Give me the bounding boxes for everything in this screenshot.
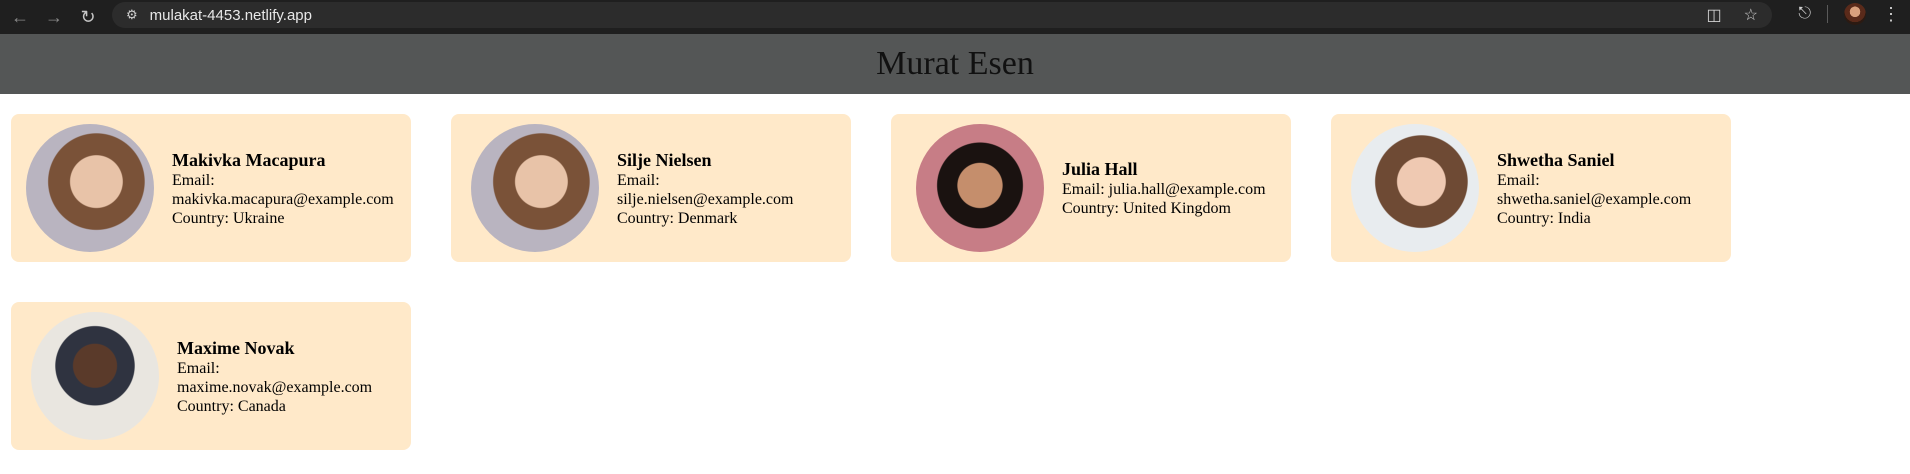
- user-email: silje.nielsen@example.com: [617, 190, 794, 208]
- user-name: Shwetha Saniel: [1497, 149, 1615, 170]
- url-text[interactable]: mulakat-4453.netlify.app: [150, 7, 312, 24]
- user-info: Julia Hall Email: julia.hall@example.com…: [1062, 158, 1266, 218]
- user-card: Maxime Novak Email: maxime.novak@example…: [11, 302, 411, 450]
- toolbar-divider: [1827, 5, 1828, 23]
- email-label: Email:: [1062, 181, 1105, 198]
- site-info-icon[interactable]: ⚙: [126, 7, 138, 23]
- page-title: Murat Esen: [876, 45, 1034, 82]
- menu-icon[interactable]: ⋮: [1882, 5, 1900, 23]
- user-card: Makivka Macapura Email: makivka.macapura…: [11, 114, 411, 262]
- email-label: Email:: [617, 171, 660, 189]
- extensions-icon[interactable]: ⎋: [1798, 5, 1811, 23]
- user-info: Makivka Macapura Email: makivka.macapura…: [172, 149, 394, 228]
- country-label: Country:: [177, 397, 234, 415]
- user-country: Country: Ukraine: [172, 209, 394, 228]
- country-value: India: [1557, 209, 1591, 227]
- user-photo: [916, 124, 1044, 252]
- country-label: Country:: [172, 209, 229, 227]
- user-country: Country: United Kingdom: [1062, 199, 1266, 218]
- email-value: julia.hall@example.com: [1108, 181, 1266, 198]
- user-info: Maxime Novak Email: maxime.novak@example…: [177, 337, 372, 416]
- email-label: Email:: [1497, 171, 1540, 189]
- user-name: Silje Nielsen: [617, 149, 712, 170]
- toolbar-right: ⎋ ⋮: [1798, 3, 1900, 25]
- user-email: maxime.novak@example.com: [177, 378, 373, 396]
- address-bar-actions: ◫ ☆: [1707, 2, 1758, 28]
- country-label: Country:: [1062, 200, 1119, 217]
- country-value: Denmark: [677, 209, 738, 227]
- email-label: Email:: [172, 171, 215, 189]
- user-email: shwetha.saniel@example.com: [1497, 190, 1692, 208]
- email-label: Email:: [177, 359, 220, 377]
- country-label: Country:: [617, 209, 674, 227]
- user-card: Silje Nielsen Email: silje.nielsen@examp…: [451, 114, 851, 262]
- user-photo: [471, 124, 599, 252]
- browser-toolbar: ← → ↻ ⚙ mulakat-4453.netlify.app ◫ ☆ ⎋ ⋮: [0, 0, 1910, 34]
- user-name: Makivka Macapura: [172, 149, 326, 170]
- forward-icon[interactable]: →: [40, 3, 68, 31]
- country-value: Canada: [237, 397, 286, 415]
- country-value: United Kingdom: [1122, 200, 1231, 217]
- page-header: Murat Esen: [0, 34, 1910, 94]
- profile-avatar[interactable]: [1844, 3, 1866, 25]
- install-icon[interactable]: ◫: [1707, 5, 1722, 25]
- user-card: Shwetha Saniel Email: shwetha.saniel@exa…: [1331, 114, 1731, 262]
- user-country: Country: Denmark: [617, 209, 793, 228]
- user-card: Julia Hall Email: julia.hall@example.com…: [891, 114, 1291, 262]
- country-label: Country:: [1497, 209, 1554, 227]
- user-photo: [26, 124, 154, 252]
- back-icon[interactable]: ←: [6, 3, 34, 31]
- bookmark-star-icon[interactable]: ☆: [1744, 5, 1758, 25]
- user-country: Country: India: [1497, 209, 1691, 228]
- country-value: Ukraine: [232, 209, 285, 227]
- reload-icon[interactable]: ↻: [74, 3, 102, 31]
- user-email: makivka.macapura@example.com: [172, 190, 394, 208]
- user-name: Julia Hall: [1062, 159, 1138, 179]
- user-photo: [31, 312, 159, 440]
- user-country: Country: Canada: [177, 397, 372, 416]
- user-photo: [1351, 124, 1479, 252]
- address-bar[interactable]: ⚙ mulakat-4453.netlify.app ◫ ☆: [112, 2, 1772, 28]
- user-name: Maxime Novak: [177, 337, 295, 358]
- user-info: Shwetha Saniel Email: shwetha.saniel@exa…: [1497, 149, 1691, 228]
- user-info: Silje Nielsen Email: silje.nielsen@examp…: [617, 149, 793, 228]
- user-email: Email: julia.hall@example.com: [1062, 180, 1266, 199]
